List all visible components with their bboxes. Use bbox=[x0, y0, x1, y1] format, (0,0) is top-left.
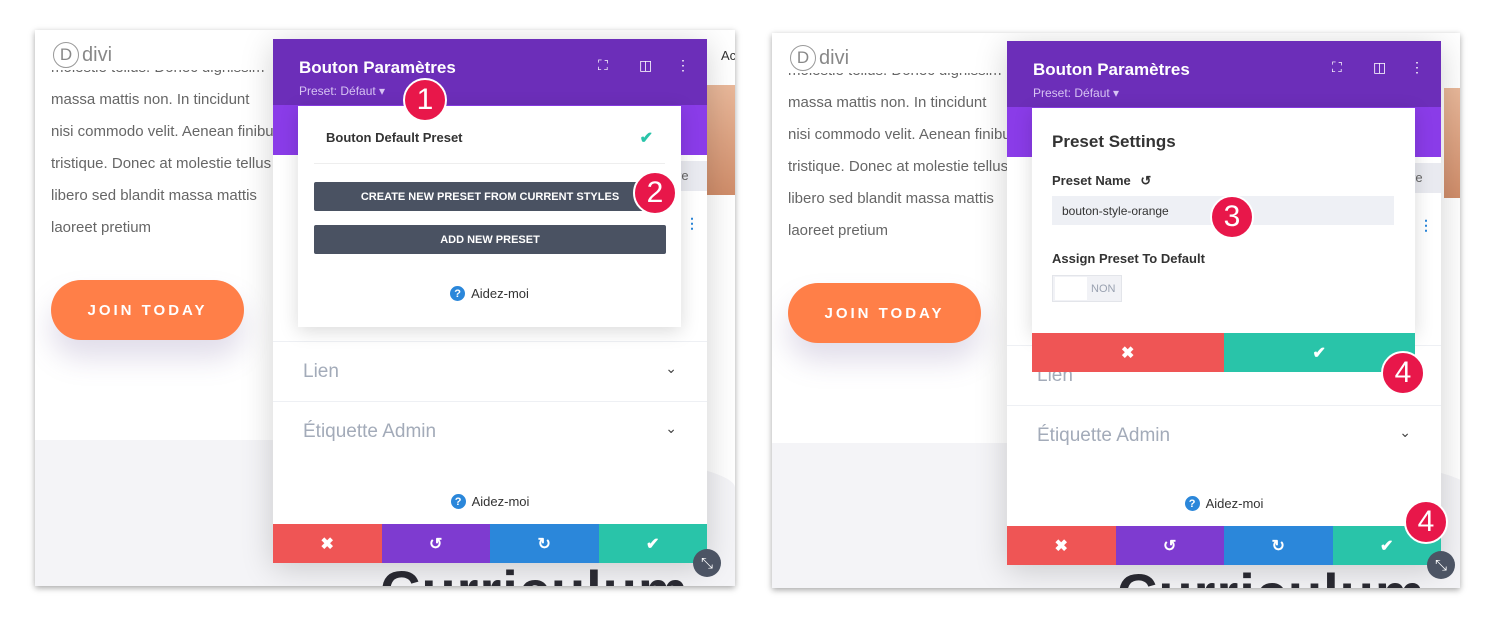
close-icon[interactable]: ✖ bbox=[1007, 526, 1116, 565]
more-vertical-icon[interactable]: ⋮ bbox=[685, 215, 699, 232]
preset-selector[interactable]: Preset: Défaut ▾ bbox=[1033, 86, 1119, 100]
nav-link-partial[interactable]: Ac bbox=[721, 48, 735, 63]
text-line: libero sed blandit massa mattis bbox=[788, 190, 994, 207]
help-icon: ? bbox=[450, 286, 466, 301]
resize-handle-icon[interactable]: ⤡ bbox=[1427, 551, 1455, 579]
text-line: molestie tellus. Donec dignissim bbox=[51, 70, 281, 84]
chevron-down-icon: ⌄ bbox=[1399, 424, 1411, 440]
preset-item-default[interactable]: Bouton Default Preset bbox=[326, 130, 463, 145]
undo-icon[interactable]: ↺ bbox=[381, 524, 490, 563]
resize-handle-icon[interactable]: ⤡ bbox=[693, 549, 721, 577]
more-vertical-icon[interactable]: ⋮ bbox=[676, 57, 690, 74]
chevron-down-icon: ⌄ bbox=[665, 420, 677, 436]
divi-logo[interactable]: Ddivi bbox=[53, 42, 112, 68]
join-today-button[interactable]: JOIN TODAY bbox=[51, 280, 244, 340]
preset-dropdown: Bouton Default Preset ✔ CREATE NEW PRESE… bbox=[298, 106, 681, 327]
help-link[interactable]: ? Aidez-moi bbox=[298, 286, 681, 301]
text-line: laoreet pretium bbox=[788, 222, 889, 239]
toggle-label: NON bbox=[1091, 282, 1116, 295]
logo-text: divi bbox=[82, 43, 113, 66]
hero-image bbox=[707, 85, 735, 195]
settings-modal: Bouton Paramètres Preset: Défaut ▾ ⛶ ◫ ⋮… bbox=[1007, 41, 1441, 565]
redo-icon[interactable]: ↻ bbox=[1224, 526, 1333, 565]
section-label: Lien bbox=[303, 361, 339, 382]
toggle-knob bbox=[1055, 277, 1087, 300]
step-badge: 4 bbox=[1404, 500, 1448, 544]
text-line: tristique. Donec at molestie tellus bbox=[51, 155, 272, 172]
fullscreen-icon[interactable]: ⛶ bbox=[598, 57, 608, 74]
more-vertical-icon[interactable]: ⋮ bbox=[1410, 59, 1424, 76]
text-line: libero sed blandit massa mattis bbox=[51, 187, 257, 204]
redo-icon[interactable]: ↻ bbox=[490, 524, 599, 563]
create-preset-button[interactable]: CREATE NEW PRESET FROM CURRENT STYLES bbox=[314, 182, 666, 211]
section-label: Étiquette Admin bbox=[303, 421, 437, 442]
text-line: nisi commodo velit. Aenean finibus bbox=[51, 123, 281, 140]
fullscreen-icon[interactable]: ⛶ bbox=[1332, 59, 1342, 76]
step-badge: 4 bbox=[1381, 351, 1425, 395]
chevron-down-icon: ⌄ bbox=[665, 360, 677, 376]
more-vertical-icon[interactable]: ⋮ bbox=[1419, 217, 1433, 234]
split-view-icon[interactable]: ◫ bbox=[1373, 59, 1386, 76]
check-icon: ✔ bbox=[639, 130, 653, 147]
text-line: molestie tellus. Donec dignissim bbox=[788, 73, 1018, 87]
check-icon[interactable]: ✔ bbox=[598, 524, 707, 563]
add-preset-button[interactable]: ADD NEW PRESET bbox=[314, 225, 666, 254]
help-icon: ? bbox=[1184, 496, 1200, 511]
text-line: laoreet pretium bbox=[51, 219, 152, 236]
undo-icon[interactable]: ↺ bbox=[1115, 526, 1224, 565]
text-line: tristique. Donec at molestie tellus bbox=[788, 158, 1009, 175]
body-text: molestie tellus. Donec dignissim massa m… bbox=[788, 73, 1018, 247]
body-text: molestie tellus. Donec dignissim massa m… bbox=[51, 70, 281, 244]
divi-logo[interactable]: Ddivi bbox=[790, 45, 849, 71]
hero-image bbox=[1444, 88, 1460, 198]
section-etiquette-admin[interactable]: Étiquette Admin ⌄ bbox=[1007, 405, 1441, 465]
assign-default-toggle[interactable]: NON bbox=[1052, 275, 1122, 302]
text-line: nisi commodo velit. Aenean finibus bbox=[788, 126, 1018, 143]
help-link[interactable]: ? Aidez-moi bbox=[273, 494, 707, 509]
assign-default-label: Assign Preset To Default bbox=[1052, 251, 1205, 266]
help-link[interactable]: ? Aidez-moi bbox=[1007, 496, 1441, 511]
preset-settings-title: Preset Settings bbox=[1052, 132, 1176, 151]
modal-footer: ✖ ↺ ↻ ✔ bbox=[273, 524, 707, 563]
divider bbox=[314, 163, 665, 164]
help-icon: ? bbox=[450, 494, 466, 509]
preset-selector[interactable]: Preset: Défaut ▾ bbox=[299, 84, 385, 98]
step-badge: 1 bbox=[403, 78, 447, 122]
modal-title: Bouton Paramètres bbox=[1033, 60, 1190, 79]
modal-footer: ✖ ↺ ↻ ✔ bbox=[1007, 526, 1441, 565]
screenshot-step-1: Ddivi molestie tellus. Donec dignissim m… bbox=[35, 30, 735, 586]
close-icon[interactable]: ✖ bbox=[1032, 333, 1224, 372]
settings-modal: Bouton Paramètres Preset: Défaut ▾ ⛶ ◫ ⋮… bbox=[273, 39, 707, 563]
close-icon[interactable]: ✖ bbox=[273, 524, 382, 563]
curriculum-heading: Curriculum bbox=[1117, 561, 1426, 588]
modal-title: Bouton Paramètres bbox=[299, 58, 456, 77]
section-etiquette-admin[interactable]: Étiquette Admin ⌄ bbox=[273, 401, 707, 461]
reset-icon[interactable]: ↺ bbox=[1140, 173, 1151, 188]
help-label: Aidez-moi bbox=[471, 286, 529, 301]
preset-name-label: Preset Name ↺ bbox=[1052, 173, 1151, 189]
text-line: massa mattis non. In tincidunt bbox=[788, 94, 987, 111]
section-lien[interactable]: Lien ⌄ bbox=[273, 341, 707, 401]
step-badge: 3 bbox=[1210, 195, 1254, 239]
help-label: Aidez-moi bbox=[1205, 496, 1264, 511]
join-today-button[interactable]: JOIN TODAY bbox=[788, 283, 981, 343]
step-badge: 2 bbox=[633, 171, 677, 215]
section-label: Étiquette Admin bbox=[1037, 425, 1171, 446]
label-text: Preset Name bbox=[1052, 173, 1131, 188]
preset-settings-footer: ✖ ✔ bbox=[1032, 333, 1415, 372]
screenshot-step-2: Ddivi molestie tellus. Donec dignissim m… bbox=[772, 33, 1460, 588]
split-view-icon[interactable]: ◫ bbox=[639, 57, 652, 74]
logo-text: divi bbox=[819, 46, 850, 69]
text-line: massa mattis non. In tincidunt bbox=[51, 91, 250, 108]
help-label: Aidez-moi bbox=[471, 494, 530, 509]
